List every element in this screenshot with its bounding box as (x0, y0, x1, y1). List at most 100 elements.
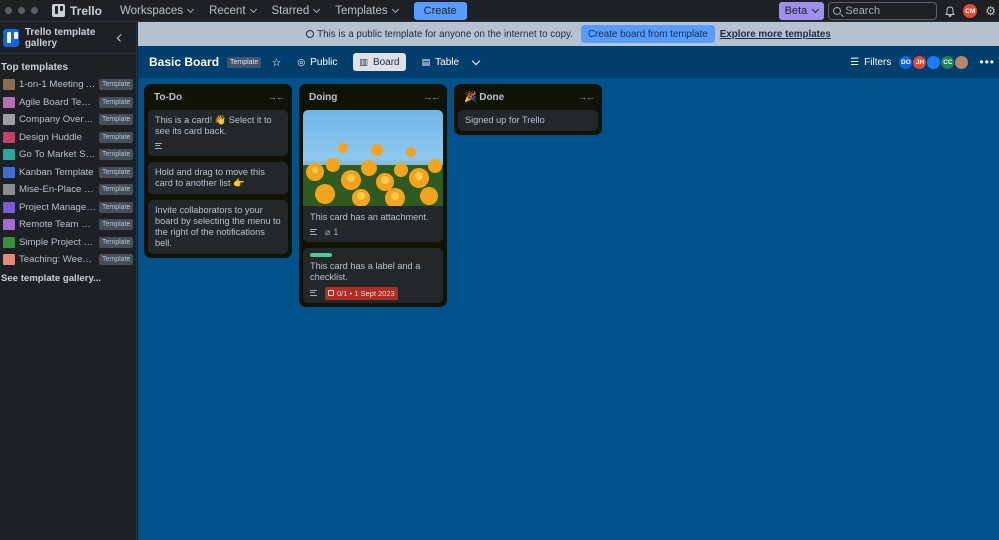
sidebar-template-item[interactable]: Remote Team MeetingsTemplate (0, 216, 136, 234)
flower-field-image (303, 110, 443, 206)
user-avatar[interactable]: CM (963, 4, 978, 18)
sidebar-template-item[interactable]: 1-on-1 Meeting AgendaTemplate (0, 76, 136, 94)
explore-more-templates-link[interactable]: Explore more templates (720, 29, 831, 40)
chevron-down-icon (249, 5, 257, 13)
sidebar-template-item[interactable]: Simple Project BoardTemplate (0, 234, 136, 252)
main-nav: Workspaces Recent Starred Templates Crea… (112, 1, 467, 20)
banner-text: This is a public template for anyone on … (317, 28, 573, 40)
member-avatar[interactable]: DO (898, 54, 914, 70)
collapse-list-icon[interactable]: →← (578, 92, 595, 102)
list-title[interactable]: 🎉 Done (464, 92, 504, 103)
list-title[interactable]: Doing (309, 92, 337, 103)
card-badges (155, 141, 281, 151)
template-thumbnail (3, 149, 15, 161)
attachment-badge: ⌀ 1 (325, 227, 338, 238)
card-label[interactable] (310, 253, 332, 257)
star-icon[interactable]: ☆ (271, 56, 281, 69)
member-avatar[interactable] (926, 54, 942, 70)
card-title: This card has a label and a checklist. (310, 261, 421, 282)
maximize-window-button[interactable] (31, 7, 38, 14)
member-avatar[interactable] (954, 54, 970, 70)
template-badge: Template (99, 96, 134, 108)
template-badge: Template (99, 114, 134, 126)
nav-starred[interactable]: Starred (264, 5, 328, 17)
trello-board-icon (3, 28, 19, 47)
table-view-label: Table (435, 56, 460, 68)
card[interactable]: This card has a label and a checklist. 0… (303, 248, 443, 303)
list-header: 🎉 Done →← (458, 84, 598, 110)
collapse-list-icon[interactable]: →← (268, 92, 285, 102)
sidebar-template-item[interactable]: Agile Board TemplateTemplate (0, 94, 136, 112)
close-window-button[interactable] (5, 7, 12, 14)
member-avatar[interactable]: JH (912, 54, 928, 70)
chevron-down-icon (391, 5, 399, 13)
see-template-gallery-link[interactable]: See template gallery... (0, 269, 136, 284)
chevron-down-icon[interactable] (471, 56, 481, 65)
sidebar-template-item[interactable]: Design Huddle Template (0, 129, 136, 147)
sidebar-template-item[interactable]: Teaching: Weekly PlanningTemplate (0, 251, 136, 269)
bell-icon[interactable] (943, 4, 957, 18)
sidebar-template-item[interactable]: Kanban Template Template (0, 164, 136, 182)
list-doing: Doing →← This card has an attachment. ⌀ … (299, 84, 447, 307)
sidebar-template-item[interactable]: Project ManagementTemplate (0, 199, 136, 217)
list-title[interactable]: To-Do (154, 92, 182, 103)
search-icon (833, 7, 842, 15)
chevron-down-icon (812, 5, 820, 14)
card[interactable]: This is a card! 👋 Select it to see its c… (148, 110, 288, 156)
template-badge: Template (99, 131, 134, 143)
search-input[interactable]: Search (828, 2, 938, 20)
checklist-due-badge[interactable]: 0/1 • 1 Sept 2023 (325, 286, 398, 300)
sidebar-template-item[interactable]: Mise-En-Place Personal ProductivityTempl… (0, 181, 136, 199)
visibility-button[interactable]: ◎ Public (291, 53, 343, 71)
member-avatar[interactable]: CC (940, 54, 956, 70)
sidebar-template-item[interactable]: Go To Market StrategyTemplate (0, 146, 136, 164)
card[interactable]: Invite collaborators to your board by se… (148, 200, 288, 254)
template-name: Project Management (19, 201, 96, 213)
board-canvas: Basic Board Template ☆ ◎ Public ▥ Board ▤ T… (138, 46, 999, 540)
paperclip-icon: ⌀ (325, 226, 331, 237)
template-name: Teaching: Weekly Planning (19, 254, 96, 266)
table-view-icon: ▤ (421, 56, 431, 67)
card[interactable]: Hold and drag to move this card to anoth… (148, 162, 288, 194)
globe-icon: ◎ (297, 56, 306, 67)
sidebar-template-item[interactable]: Company Overview Template (0, 111, 136, 129)
board-title[interactable]: Basic Board (149, 55, 219, 69)
nav-recent[interactable]: Recent (201, 5, 263, 17)
more-options-icon[interactable]: ••• (979, 55, 995, 69)
checkbox-icon (328, 290, 334, 296)
top-right-controls: Beta Search CM ⚙ (778, 0, 999, 22)
template-name: Company Overview (19, 114, 96, 126)
template-name: Simple Project Board (19, 236, 96, 248)
gear-icon[interactable]: ⚙ (985, 4, 996, 18)
description-icon (310, 229, 317, 235)
board-view-tab[interactable]: ▥ Board (353, 53, 406, 71)
minimize-window-button[interactable] (18, 7, 25, 14)
nav-templates[interactable]: Templates (327, 5, 405, 17)
description-icon (155, 143, 162, 149)
nav-templates-label: Templates (335, 4, 388, 17)
sidebar-title: Trello template gallery (24, 26, 96, 49)
public-template-banner: This is a public template for anyone on … (138, 22, 999, 46)
template-badge: Template (99, 236, 134, 248)
beta-button[interactable]: Beta (778, 2, 825, 20)
nav-workspaces[interactable]: Workspaces (112, 5, 201, 17)
board-view-label: Board (372, 56, 400, 68)
card-title: Invite collaborators to your board by se… (155, 205, 281, 248)
table-view-tab[interactable]: ▤ Table (416, 53, 465, 71)
board-members: DO JH CC (898, 54, 970, 70)
template-badge: Template (99, 219, 134, 231)
template-badge: Template (227, 56, 262, 68)
template-badge: Template (99, 184, 134, 196)
top-bar: Trello Workspaces Recent Starred Templat… (0, 0, 999, 22)
collapse-list-icon[interactable]: →← (423, 92, 440, 102)
create-board-from-template-button[interactable]: Create board from template (580, 25, 715, 43)
card-badges: ⌀ 1 (310, 227, 436, 237)
template-thumbnail (3, 96, 15, 108)
description-icon (310, 290, 317, 296)
trello-logo[interactable]: Trello (52, 4, 102, 18)
filters-button[interactable]: ☰ Filters (850, 57, 891, 68)
card[interactable]: Signed up for Trello (458, 110, 598, 131)
nav-starred-label: Starred (271, 4, 310, 17)
card[interactable]: This card has an attachment. ⌀ 1 (303, 110, 443, 242)
create-button[interactable]: Create (413, 1, 467, 20)
